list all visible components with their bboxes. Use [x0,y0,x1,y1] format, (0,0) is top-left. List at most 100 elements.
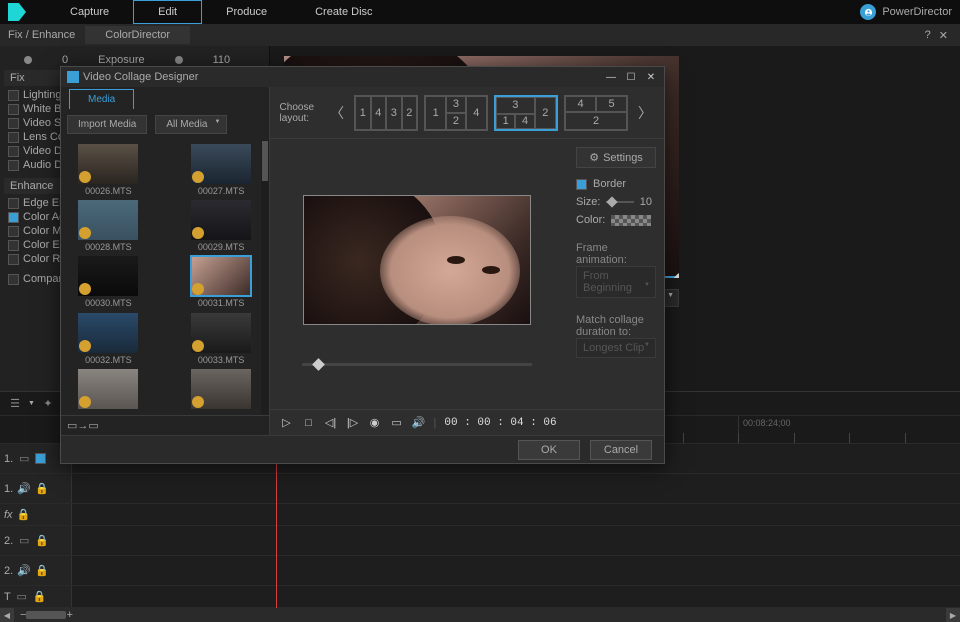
clip-item[interactable]: 00032.MTS [65,313,152,365]
minimize-icon[interactable]: — [604,70,618,84]
track-fx[interactable]: fx🔒 [0,504,960,526]
preview-zoom-slider[interactable] [302,363,532,366]
clip-item[interactable]: 00027.MTS [178,144,265,196]
dialog-titlebar[interactable]: Video Collage Designer — ☐ ✕ [61,67,664,87]
track-1-audio[interactable]: 1.🔊🔒 [0,474,960,504]
video-collage-designer-dialog: Video Collage Designer — ☐ ✕ Media Impor… [60,66,665,464]
duration-select[interactable]: Longest Clip [576,338,656,358]
scroll-thumb[interactable] [26,611,66,619]
frame-anim-label: Frame animation: [576,242,652,266]
import-media-button[interactable]: Import Media [67,115,147,134]
topnav-capture[interactable]: Capture [46,0,133,24]
brand-label: PowerDirector [860,4,952,20]
subbar-colordirector[interactable]: ColorDirector [85,26,190,44]
track-2-audio[interactable]: 2.🔊🔒 [0,556,960,586]
next-frame-icon[interactable]: |▷ [346,416,360,430]
scroll-right-icon: ▶ [946,608,960,622]
gear-icon: ⚙ [589,151,599,164]
brand-icon [860,4,876,20]
track-visible-checkbox [35,453,46,464]
ok-button[interactable]: OK [518,440,580,460]
prev-frame-icon[interactable]: ◁| [324,416,338,430]
tab-media[interactable]: Media [69,89,134,109]
layout-option[interactable]: 1 32 4 [424,95,488,131]
border-size-row: Size: 10 [576,196,652,208]
clip-item[interactable]: 00033.MTS [178,313,265,365]
view-mode-icon[interactable]: ▭→▭ [67,419,99,432]
lock-icon: 🔒 [33,590,47,604]
timeline-settings-icon[interactable]: ☰ [8,397,22,411]
lock-icon: 🔒 [35,534,49,548]
clip-item[interactable]: 00026.MTS [65,144,152,196]
dialog-footer: OK Cancel [61,435,664,463]
cancel-button[interactable]: Cancel [590,440,652,460]
help-icon[interactable]: ? [925,29,931,42]
timeline-tool-icon[interactable]: ✦ [41,397,55,411]
volume-icon[interactable]: 🔊 [412,416,426,430]
media-scrollbar[interactable] [261,140,269,415]
clip-item[interactable] [178,369,265,411]
border-checkbox[interactable]: Border [576,178,652,190]
border-color-row: Color: [576,214,652,226]
layout-option-selected[interactable]: 3 14 2 [494,95,558,131]
video-track-icon: ▭ [17,534,31,548]
media-filter-select[interactable]: All Media [155,115,226,134]
snapshot-icon[interactable]: ◉ [368,416,382,430]
playhead[interactable] [276,444,277,608]
topnav-produce[interactable]: Produce [202,0,291,24]
topnav-create-disc[interactable]: Create Disc [291,0,396,24]
media-panel: Media Import Media All Media 00026.MTS 0… [61,87,270,435]
visible-icon: ▭ [15,590,29,604]
frame-anim-select[interactable]: From Beginning [576,266,656,298]
collage-preview-area [270,139,564,409]
media-footer: ▭→▭ [61,415,269,435]
exposure-max: 110 [213,54,231,66]
border-size-slider[interactable] [606,201,633,203]
layout-prev-icon[interactable]: 〈 [328,103,346,123]
duration-label: Match collage duration to: [576,314,652,338]
subbar-title: Fix / Enhance [8,29,75,41]
media-grid: 00026.MTS 00027.MTS 00028.MTS 00029.MTS … [61,140,269,415]
app-logo-icon[interactable] [8,3,26,21]
zoom-in-icon[interactable]: + [66,609,72,621]
stop-icon[interactable]: □ [302,416,316,430]
brand-text: PowerDirector [882,6,952,18]
exposure-min: 0 [62,54,68,66]
clip-item[interactable]: 00028.MTS [65,200,152,252]
track-2-video[interactable]: 2.▭🔒 [0,526,960,556]
scroll-left-icon: ◀ [0,608,14,622]
layout-option[interactable]: 143 2 [354,95,418,131]
lock-icon: 🔒 [35,482,49,496]
video-track-icon: ▭ [17,452,31,466]
close-icon[interactable]: ✕ [644,70,658,84]
top-nav: Capture Edit Produce Create Disc [46,0,397,24]
timeline-scrollbar[interactable]: ◀ − + ▶ [0,608,960,622]
layout-next-icon[interactable]: 〉 [636,103,654,123]
clip-item[interactable]: 00031.MTS [178,256,265,308]
settings-button[interactable]: ⚙Settings [576,147,656,168]
playback-controls: ▷ □ ◁| |▷ ◉ ▭ 🔊 | 00 : 00 : 04 : 06 [270,409,664,435]
collage-settings-panel: Choose layout: 〈 143 2 1 32 4 3 [270,87,664,435]
chevron-down-icon[interactable]: ▼ [28,400,35,407]
close-panel-icon[interactable]: ✕ [939,29,948,42]
layout-option[interactable]: 45 2 [564,95,628,131]
clip-item[interactable]: 00030.MTS [65,256,152,308]
layout-chooser: Choose layout: 〈 143 2 1 32 4 3 [270,87,664,139]
dialog-title: Video Collage Designer [83,71,198,83]
track-text[interactable]: T▭🔒 [0,586,960,608]
audio-track-icon: 🔊 [17,564,31,578]
layout-label: Choose layout: [280,102,314,124]
border-color-picker[interactable] [611,215,651,226]
loop-icon[interactable]: ▭ [390,416,404,430]
clip-item[interactable]: 00029.MTS [178,200,265,252]
exposure-label: Exposure [98,54,144,66]
dialog-icon [67,71,79,83]
topnav-edit[interactable]: Edit [133,0,202,24]
collage-preview[interactable] [303,195,531,325]
lock-icon: 🔒 [35,564,49,578]
play-icon[interactable]: ▷ [280,416,294,430]
clip-item[interactable] [65,369,152,411]
border-size-value: 10 [640,196,652,208]
sub-bar: Fix / Enhance ColorDirector ? ✕ [0,24,960,46]
maximize-icon[interactable]: ☐ [624,70,638,84]
